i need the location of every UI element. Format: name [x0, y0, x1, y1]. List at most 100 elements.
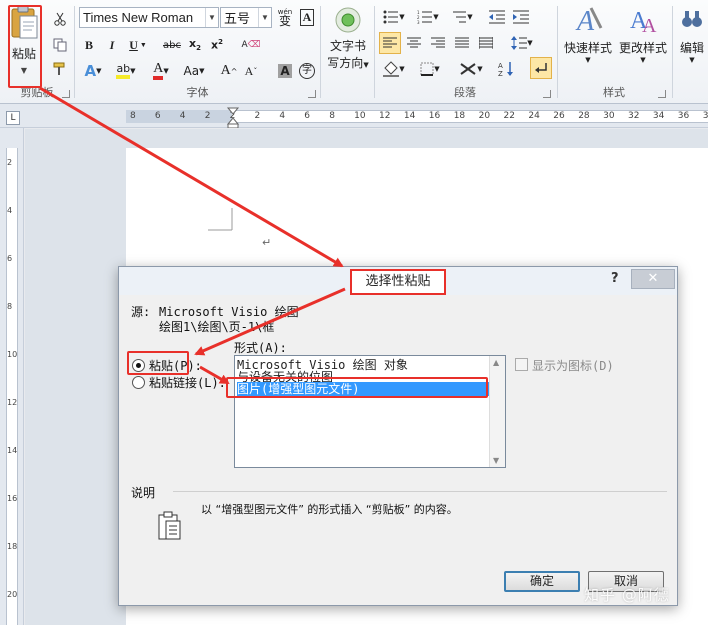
- chevron-down-icon[interactable]: ▼: [205, 8, 218, 27]
- text-effects-button[interactable]: A ▼: [79, 60, 107, 82]
- format-painter-button[interactable]: [50, 58, 70, 80]
- show-hide-marks-button[interactable]: [530, 57, 552, 79]
- list-scrollbar[interactable]: ▲ ▼: [489, 356, 505, 467]
- result-label: 说明: [131, 486, 156, 500]
- tab-selector[interactable]: L: [6, 111, 20, 125]
- ruler-number: 18: [453, 111, 466, 121]
- scroll-down-icon[interactable]: ▼: [493, 456, 499, 465]
- bold-button[interactable]: B: [79, 34, 99, 56]
- separator: [672, 6, 673, 98]
- align-center-button[interactable]: [403, 32, 425, 54]
- ruler-number: 20: [7, 590, 18, 599]
- ruler-number: 30: [603, 111, 615, 121]
- ruler-number: 6: [304, 111, 311, 121]
- italic-button[interactable]: I: [102, 34, 122, 56]
- vertical-ruler[interactable]: 2 4 6 8 10 12 14 16 18 20: [0, 128, 24, 625]
- display-as-icon-label[interactable]: 显示为图标(D): [532, 357, 614, 374]
- format-list[interactable]: Microsoft Visio 绘图 对象 与设备无关的位图 图片(增强型图元文…: [234, 355, 506, 468]
- increase-indent-icon: [513, 10, 529, 24]
- font-group-label: 字体: [186, 86, 209, 99]
- bold-icon: B: [84, 37, 93, 52]
- phonetic-guide-button[interactable]: wén 变: [275, 6, 295, 28]
- asian-layout-icon: [460, 63, 476, 75]
- editing-button[interactable]: 编辑 ▼: [676, 8, 708, 78]
- bullets-button[interactable]: ▼: [379, 6, 409, 28]
- strikethrough-button[interactable]: abc: [161, 34, 183, 56]
- close-button[interactable]: ✕: [631, 269, 675, 289]
- distributed-icon: [479, 37, 493, 49]
- align-right-button[interactable]: [427, 32, 449, 54]
- font-dialog-launcher-icon[interactable]: [308, 90, 316, 98]
- ruler-strip: [6, 148, 18, 625]
- asian-layout-button[interactable]: ▼: [455, 58, 487, 80]
- change-styles-button[interactable]: AA 更改样式 ▼: [616, 4, 670, 78]
- svg-text:Z: Z: [498, 70, 503, 77]
- decrease-indent-icon: [489, 10, 505, 24]
- copy-button[interactable]: [50, 34, 70, 56]
- increase-indent-button[interactable]: [511, 6, 531, 28]
- ruler-number: 8: [130, 111, 136, 121]
- justify-button[interactable]: [451, 32, 473, 54]
- display-as-icon-checkbox[interactable]: [515, 358, 528, 371]
- font-size-combo[interactable]: 五号 ▼: [220, 7, 272, 28]
- grow-font-button[interactable]: A ^: [219, 60, 239, 82]
- change-case-button[interactable]: Aa ▼: [179, 60, 209, 82]
- borders-button[interactable]: ▼: [415, 58, 445, 80]
- indent-marker-icon[interactable]: [226, 106, 240, 128]
- ruler-number: 8: [7, 302, 13, 311]
- svg-text:A: A: [498, 62, 503, 70]
- sort-button[interactable]: AZ: [495, 58, 517, 80]
- quick-styles-button[interactable]: A 快速样式 ▼: [560, 4, 616, 78]
- text-direction-icon: [335, 7, 361, 33]
- paste-link-radio-label[interactable]: 粘贴链接(L):: [149, 374, 226, 391]
- cut-button[interactable]: [50, 8, 70, 30]
- font-color-button[interactable]: A ▼: [147, 60, 175, 82]
- superscript-button[interactable]: x2: [207, 34, 227, 56]
- ok-button[interactable]: 确定: [504, 571, 580, 592]
- horizontal-ruler[interactable]: 864222468101214161820222426283032343638: [0, 104, 708, 128]
- styles-dialog-launcher-icon[interactable]: [658, 90, 666, 98]
- source-path: 绘图1\绘图\页-1\框: [159, 320, 275, 334]
- ruler-number: 4: [279, 111, 286, 121]
- underline-button[interactable]: U ▼: [125, 34, 151, 56]
- enclose-characters-button[interactable]: 字: [297, 60, 317, 82]
- ruler-number: 4: [7, 206, 13, 215]
- paragraph-dialog-launcher-icon[interactable]: [543, 90, 551, 98]
- chevron-down-icon[interactable]: ▼: [258, 8, 271, 27]
- text-effects-icon: A: [84, 62, 97, 80]
- line-spacing-button[interactable]: ▼: [507, 32, 537, 54]
- clipboard-dialog-launcher-icon[interactable]: [62, 90, 70, 98]
- ruler-number: 28: [578, 111, 590, 121]
- decrease-indent-button[interactable]: [487, 6, 507, 28]
- editing-label: 编辑: [679, 41, 704, 55]
- scroll-up-icon[interactable]: ▲: [493, 358, 499, 367]
- character-border-button[interactable]: A: [297, 6, 317, 28]
- font-name-combo[interactable]: Times New Roman ▼: [79, 7, 219, 28]
- help-button[interactable]: ?: [611, 271, 619, 286]
- character-border-icon: A: [299, 8, 315, 26]
- ruler-number: 6: [154, 111, 161, 121]
- distributed-button[interactable]: [475, 32, 497, 54]
- ribbon: 粘贴 ▼ 剪贴板 Times New Roman ▼ 五号 ▼ wén 变 A: [0, 0, 708, 104]
- justify-icon: [455, 37, 469, 48]
- styles-group: A 快速样式 ▼ AA 更改样式 ▼ 样式: [558, 0, 670, 104]
- paste-link-radio[interactable]: [132, 376, 145, 389]
- character-shading-icon: A: [278, 64, 292, 78]
- text-direction-button[interactable]: 文字书 写方向▼: [324, 6, 372, 78]
- chevron-down-icon: ▼: [640, 56, 646, 64]
- ruler-number: 10: [7, 350, 18, 359]
- bullets-icon: [383, 10, 399, 24]
- subscript-button[interactable]: x2: [185, 34, 205, 56]
- format-painter-icon: [53, 62, 65, 75]
- shading-button[interactable]: ▼: [379, 58, 409, 80]
- clear-formatting-button[interactable]: A⌫: [240, 34, 262, 56]
- character-shading-button[interactable]: A: [275, 60, 295, 82]
- align-left-button[interactable]: [379, 32, 401, 54]
- change-case-icon: Aa: [183, 64, 200, 78]
- highlight-button[interactable]: ab ▼: [111, 60, 141, 82]
- multilevel-list-button[interactable]: ▼: [447, 6, 477, 28]
- paragraph-group-label: 段落: [454, 86, 476, 99]
- numbering-button[interactable]: 1 2 3 ▼: [413, 6, 443, 28]
- shrink-font-button[interactable]: Aˇ: [241, 60, 261, 82]
- align-left-icon: [383, 37, 397, 48]
